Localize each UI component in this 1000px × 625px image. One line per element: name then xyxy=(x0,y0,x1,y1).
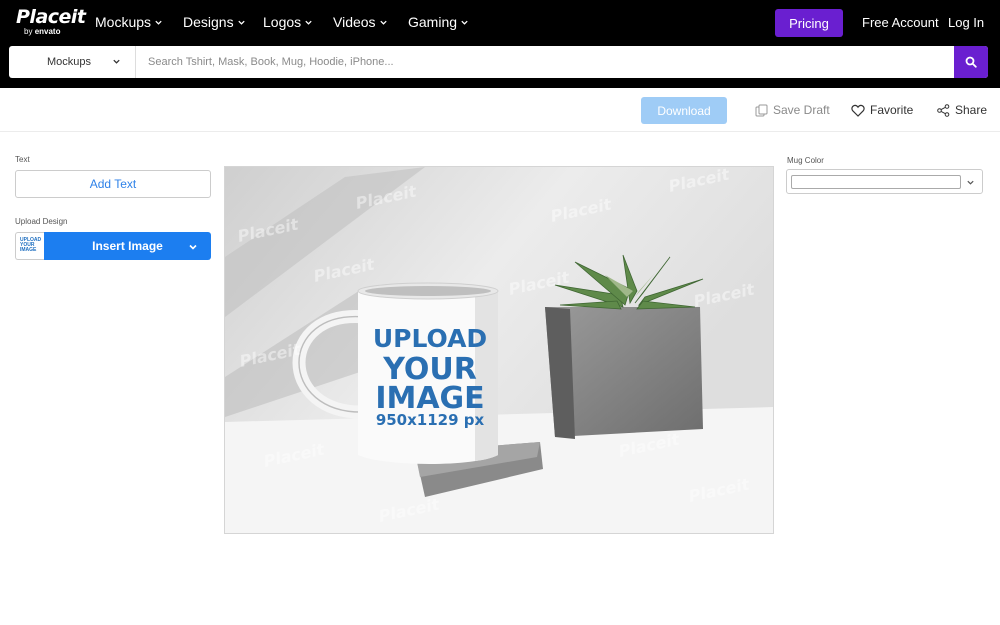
mockup-preview-image: UPLOAD YOUR IMAGE 950x1129 px Placeit Pl… xyxy=(225,167,773,533)
placeit-logo[interactable]: Placeit by envato xyxy=(16,7,86,36)
nav-label: Logos xyxy=(263,14,302,30)
nav-label: Mockups xyxy=(95,14,152,30)
nav-item-gaming[interactable]: Gaming xyxy=(408,14,469,30)
mug-color-dropdown[interactable] xyxy=(786,169,983,194)
pricing-button[interactable]: Pricing xyxy=(775,9,843,37)
nav-item-videos[interactable]: Videos xyxy=(333,14,388,30)
share-icon xyxy=(937,103,950,117)
nav-label: Videos xyxy=(333,14,376,30)
search-icon xyxy=(965,56,977,68)
upload-design-thumbnail[interactable]: UPLOAD YOUR IMAGE xyxy=(15,232,44,260)
category-dropdown[interactable]: Mockups xyxy=(9,46,136,78)
nav-item-mockups[interactable]: Mockups xyxy=(95,14,163,30)
logo-byline: by envato xyxy=(24,27,61,36)
mug-print-line-1: UPLOAD xyxy=(373,324,487,353)
text-section-label: Text xyxy=(15,155,30,164)
insert-image-label: Insert Image xyxy=(92,239,163,253)
chevron-down-icon xyxy=(113,59,120,64)
save-draft-label: Save Draft xyxy=(773,103,830,117)
nav-label: Gaming xyxy=(408,14,458,30)
free-account-link[interactable]: Free Account xyxy=(862,15,939,30)
search-button[interactable] xyxy=(954,46,988,78)
logo-wordmark: Placeit xyxy=(16,6,86,28)
chevron-down-icon xyxy=(189,244,197,250)
mug-color-label: Mug Color xyxy=(787,156,824,165)
editor-toolbar: Download Save Draft Favorite Share xyxy=(0,88,1000,132)
mug-color-swatch xyxy=(791,175,961,189)
chevron-down-icon xyxy=(461,20,468,25)
chevron-down-icon xyxy=(967,180,974,185)
insert-image-button[interactable]: Insert Image xyxy=(44,232,211,260)
login-link[interactable]: Log In xyxy=(948,15,984,30)
heart-icon xyxy=(851,104,865,117)
search-input[interactable] xyxy=(137,46,954,78)
favorite-button[interactable]: Favorite xyxy=(851,103,913,117)
nav-item-logos[interactable]: Logos xyxy=(263,14,313,30)
mug-print-size: 950x1129 px xyxy=(376,411,485,429)
download-button[interactable]: Download xyxy=(641,97,727,124)
share-label: Share xyxy=(955,103,988,117)
chevron-down-icon xyxy=(305,20,312,25)
mockup-canvas[interactable]: UPLOAD YOUR IMAGE 950x1129 px Placeit Pl… xyxy=(224,166,774,534)
chevron-down-icon xyxy=(237,20,245,25)
chevron-down-icon xyxy=(155,20,162,25)
favorite-label: Favorite xyxy=(870,103,914,117)
add-text-button[interactable]: Add Text xyxy=(15,170,211,198)
chevron-down-icon xyxy=(379,20,387,25)
search-bar: Mockups xyxy=(9,46,988,78)
search-bar-strip: Mockups xyxy=(0,46,1000,88)
nav-item-designs[interactable]: Designs xyxy=(183,14,246,30)
thumb-line: IMAGE xyxy=(20,247,37,253)
top-navbar: Placeit by envato Mockups Designs Logos … xyxy=(0,0,1000,46)
copy-icon xyxy=(755,104,768,116)
category-label: Mockups xyxy=(47,56,92,68)
upload-design-label: Upload Design xyxy=(15,217,68,226)
save-draft-button[interactable]: Save Draft xyxy=(755,103,830,117)
share-button[interactable]: Share xyxy=(937,103,987,117)
nav-label: Designs xyxy=(183,14,234,30)
